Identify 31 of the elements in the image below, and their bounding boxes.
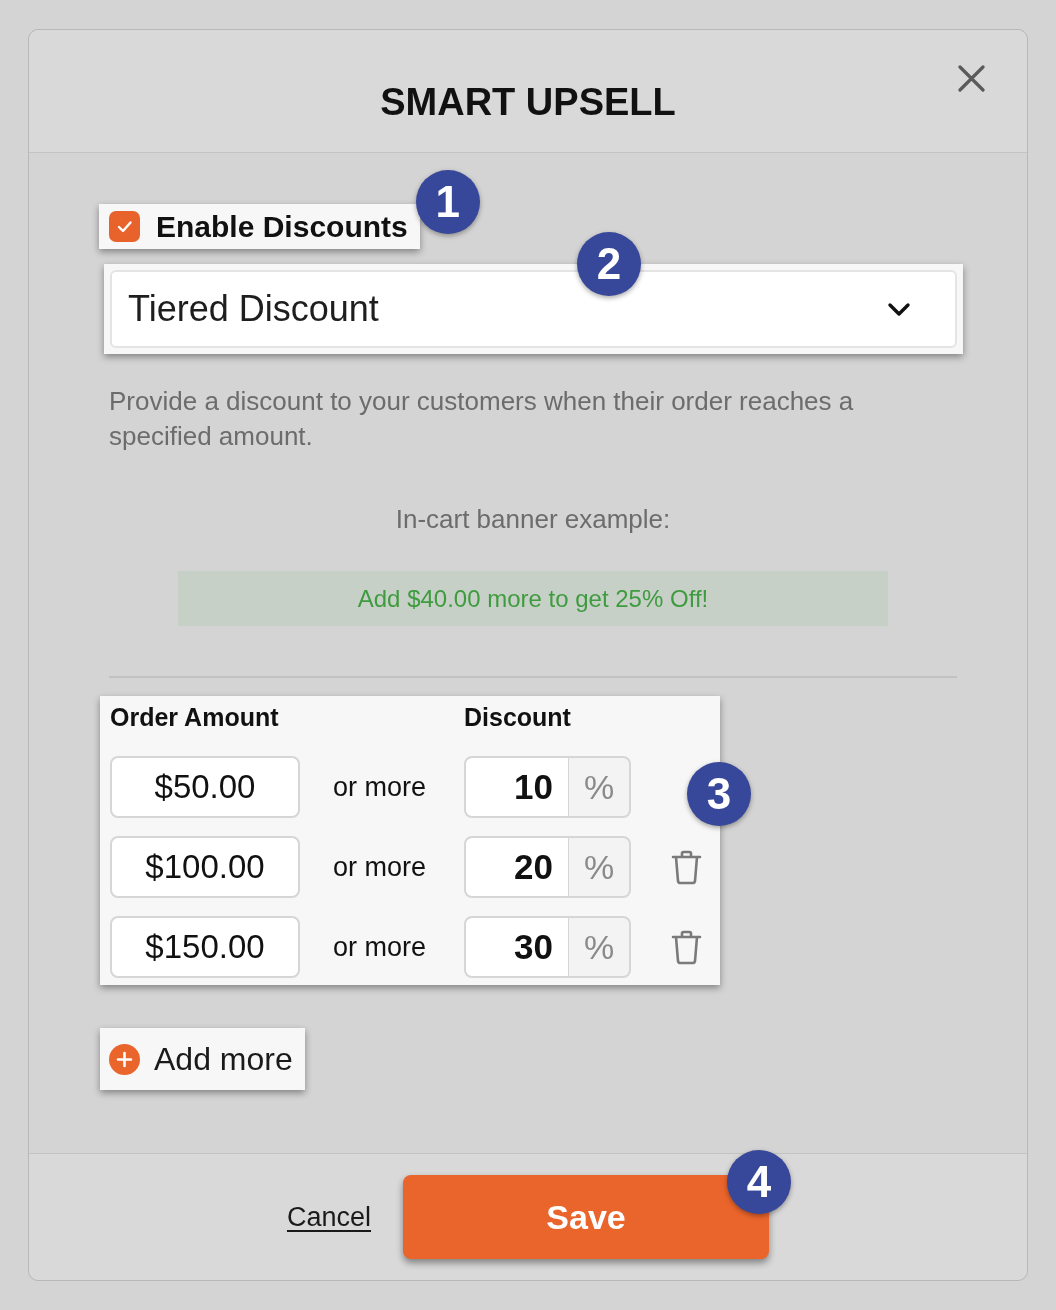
discount-input[interactable]: 20 (464, 836, 569, 898)
chevron-down-icon (887, 301, 911, 317)
description-text: Provide a discount to your customers when their order reaches a specified amount. (109, 385, 855, 453)
discount-input[interactable]: 10 (464, 756, 569, 818)
callout-number: 3 (687, 762, 751, 826)
amount-input[interactable]: $100.00 (110, 836, 300, 898)
row-label: or more (333, 931, 427, 963)
callout-number: 1 (415, 170, 480, 234)
percent-addon: % (569, 836, 631, 898)
dialog-title: SMART UPSELL (380, 79, 676, 124)
row-label: or more (333, 771, 427, 803)
percent-addon: % (569, 756, 631, 818)
amount-input[interactable]: $50.00 (110, 756, 300, 818)
banner-label: In-cart banner example: (395, 504, 671, 535)
percent-addon: % (569, 916, 631, 978)
promo-banner: Add $40.00 more to get 25% Off! (178, 571, 888, 626)
plus-icon (109, 1043, 140, 1075)
column-header: Discount (464, 702, 571, 732)
discount-input[interactable]: 30 (464, 916, 569, 978)
checkbox-label[interactable]: Enable Discounts (156, 209, 408, 244)
trash-icon[interactable] (671, 849, 702, 885)
amount-input[interactable]: $150.00 (110, 916, 300, 978)
row-label: or more (333, 851, 427, 883)
trash-icon[interactable] (671, 929, 702, 965)
callout-number: 2 (577, 232, 641, 296)
cancel-link[interactable]: Cancel (286, 1201, 371, 1233)
close-icon[interactable] (958, 65, 985, 92)
callout-number: 4 (727, 1150, 791, 1214)
add-more-button[interactable]: Add more (100, 1028, 305, 1090)
column-header: Order Amount (110, 702, 279, 731)
checkbox[interactable] (109, 211, 140, 242)
